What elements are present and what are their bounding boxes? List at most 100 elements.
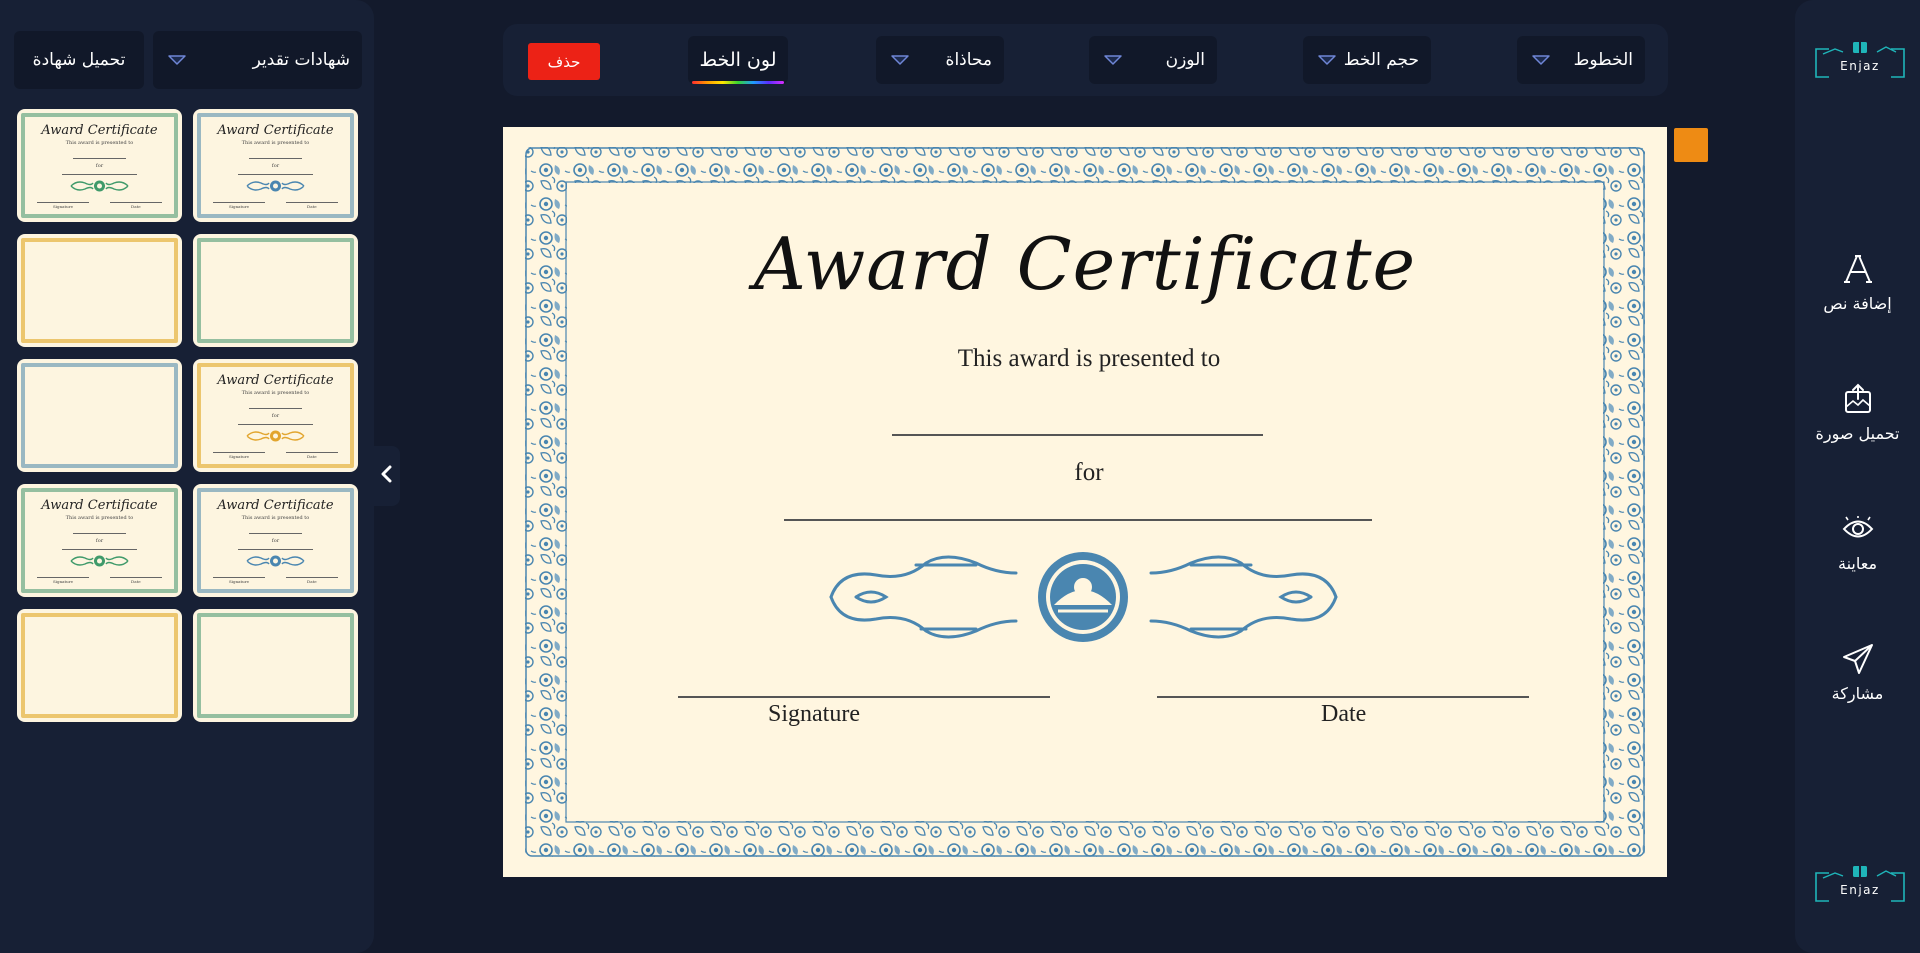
- thumbnail-line: [73, 158, 126, 159]
- template-thumbnail[interactable]: [17, 234, 182, 347]
- align-select[interactable]: محاذاة: [876, 36, 1004, 84]
- thumbnail-subtitle: This award is presented to: [241, 140, 310, 146]
- fonts-select[interactable]: الخطوط: [1517, 36, 1645, 84]
- thumbnail-date: Date: [131, 579, 141, 584]
- thumbnail-border: [21, 363, 178, 468]
- thumbnail-line: [62, 174, 137, 175]
- thumbnail-line: [37, 202, 89, 203]
- thumbnail-for: for: [95, 538, 104, 544]
- delete-label: حذف: [547, 52, 581, 71]
- rainbow-bar: [692, 81, 784, 84]
- thumbnail-line: [110, 577, 162, 578]
- chevron-down-icon: [1317, 53, 1337, 67]
- chevron-down-icon: [890, 53, 910, 67]
- thumbnail-line: [286, 577, 338, 578]
- ornament-emblem: [829, 552, 1338, 642]
- chevron-left-icon: [380, 464, 394, 488]
- enjaz-logo: Enjaz: [1815, 866, 1905, 902]
- certificate-presented-text[interactable]: This award is presented to: [503, 345, 1667, 373]
- thumbnail-for: for: [271, 538, 280, 544]
- thumbnail-ornament: [246, 555, 305, 567]
- signature-line: [678, 696, 1050, 698]
- thumbnail-border: [197, 238, 354, 343]
- certificate-for-text[interactable]: for: [503, 459, 1667, 487]
- thumbnail-ornament: [70, 180, 129, 192]
- thumbnail-date: Date: [307, 454, 317, 459]
- thumbnail-for: for: [95, 163, 104, 169]
- thumbnail-line: [110, 202, 162, 203]
- thumbnail-date: Date: [307, 204, 317, 209]
- template-thumbnail[interactable]: Award Certificate This award is presented…: [193, 109, 358, 222]
- upload-image-button[interactable]: تحميل صورة: [1795, 382, 1920, 443]
- thumbnail-ornament: [246, 180, 305, 192]
- font-size-select[interactable]: حجم الخط: [1303, 36, 1431, 84]
- thumbnail-title: Award Certificate: [217, 498, 334, 513]
- thumbnail-date: Date: [307, 579, 317, 584]
- share-button[interactable]: مشاركة: [1795, 642, 1920, 703]
- certificate-title[interactable]: Award Certificate: [503, 222, 1667, 306]
- thumbnail-line: [238, 549, 313, 550]
- thumbnail-border: [21, 238, 178, 343]
- date-line: [1157, 696, 1529, 698]
- text-icon: [1841, 252, 1875, 286]
- align-label: محاذاة: [945, 50, 992, 70]
- category-select[interactable]: شهادات تقدير: [153, 31, 362, 89]
- thumbnail-subtitle: This award is presented to: [241, 390, 310, 396]
- thumbnail-border: [21, 613, 178, 718]
- thumbnail-line: [62, 549, 137, 550]
- thumbnail-for: for: [271, 413, 280, 419]
- collapse-panel-button[interactable]: [374, 446, 400, 506]
- font-size-label: حجم الخط: [1343, 50, 1419, 70]
- share-label: مشاركة: [1831, 684, 1884, 703]
- thumbnail-date: Date: [131, 204, 141, 209]
- date-label[interactable]: Date: [1321, 701, 1366, 728]
- upload-image-label: تحميل صورة: [1815, 424, 1900, 443]
- thumbnail-ornament: [246, 430, 305, 442]
- send-icon: [1841, 642, 1875, 676]
- thumbnail-signature: Signature: [53, 579, 74, 584]
- thumbnail-line: [249, 408, 302, 409]
- template-thumbnail[interactable]: [193, 609, 358, 722]
- template-thumbnail[interactable]: [17, 359, 182, 472]
- weight-label: الوزن: [1165, 50, 1205, 70]
- chevron-down-icon: [167, 53, 187, 67]
- template-thumbnail[interactable]: Award Certificate This award is presented…: [193, 484, 358, 597]
- template-thumbnail[interactable]: [17, 609, 182, 722]
- upload-certificate-label: تحميل شهادة: [32, 50, 126, 70]
- thumbnail-subtitle: This award is presented to: [65, 140, 134, 146]
- weight-select[interactable]: الوزن: [1089, 36, 1217, 84]
- eye-icon: [1841, 512, 1875, 546]
- template-thumbnail[interactable]: Award Certificate This award is presented…: [17, 109, 182, 222]
- category-select-label: شهادات تقدير: [252, 50, 350, 70]
- template-thumbnail[interactable]: Award Certificate This award is presented…: [17, 484, 182, 597]
- thumbnail-line: [213, 452, 265, 453]
- thumbnail-line: [238, 424, 313, 425]
- text-toolbar: حذف لون الخط محاذاة الوزن حجم الخط الخطو…: [503, 24, 1668, 96]
- thumbnail-for: for: [271, 163, 280, 169]
- add-text-button[interactable]: إضافة نص: [1795, 252, 1920, 313]
- font-color-button[interactable]: لون الخط: [688, 36, 788, 84]
- delete-button[interactable]: حذف: [528, 43, 600, 80]
- preview-button[interactable]: معاينة: [1795, 512, 1920, 573]
- thumbnail-title: Award Certificate: [217, 123, 334, 138]
- thumbnail-line: [73, 533, 126, 534]
- chevron-down-icon: [1531, 53, 1551, 67]
- certificate-canvas[interactable]: Award Certificate This award is presente…: [503, 127, 1667, 877]
- thumbnail-signature: Signature: [229, 454, 250, 459]
- font-color-label: لون الخط: [699, 49, 777, 71]
- color-swatch[interactable]: [1674, 128, 1708, 162]
- templates-panel: تحميل شهادة شهادات تقدير Award Certifica…: [0, 0, 374, 953]
- upload-image-icon: [1841, 382, 1875, 416]
- thumbnail-line: [249, 533, 302, 534]
- upload-certificate-button[interactable]: تحميل شهادة: [14, 31, 144, 89]
- thumbnail-line: [286, 452, 338, 453]
- template-thumbnail[interactable]: [193, 234, 358, 347]
- signature-label[interactable]: Signature: [768, 701, 860, 728]
- thumbnail-subtitle: This award is presented to: [241, 515, 310, 521]
- add-text-label: إضافة نص: [1823, 294, 1892, 313]
- template-thumbnail[interactable]: Award Certificate This award is presented…: [193, 359, 358, 472]
- thumbnail-title: Award Certificate: [41, 123, 158, 138]
- reason-line: [784, 519, 1372, 521]
- thumbnail-subtitle: This award is presented to: [65, 515, 134, 521]
- thumbnail-title: Award Certificate: [41, 498, 158, 513]
